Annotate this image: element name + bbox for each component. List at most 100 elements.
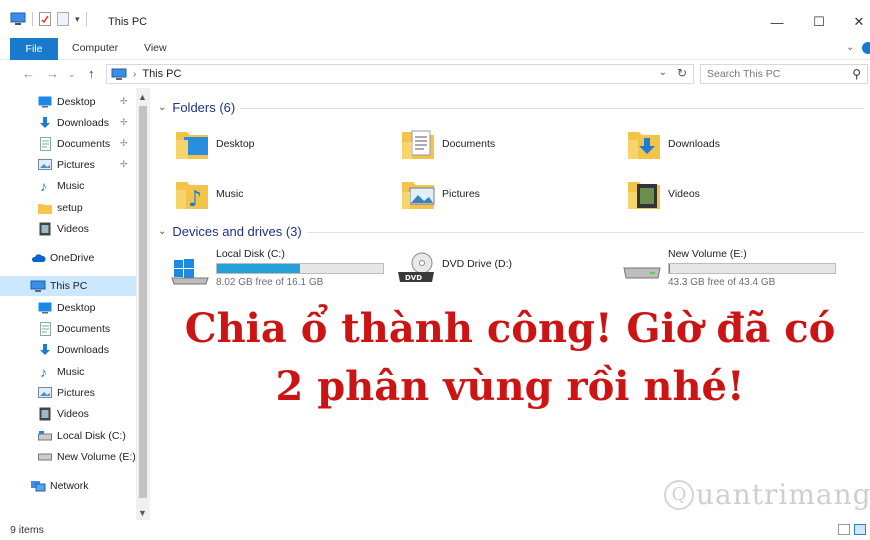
collapse-chevron-icon[interactable]: ⌄ <box>158 226 166 237</box>
nav-item-documents[interactable]: Documents ✢ <box>0 134 136 154</box>
collapse-chevron-icon[interactable]: ⌄ <box>158 102 166 113</box>
nav-item-local-disk-c[interactable]: Local Disk (C:) <box>0 426 136 446</box>
close-button[interactable]: ✕ <box>844 10 870 34</box>
desktop-folder-icon <box>176 132 208 159</box>
folder-label: Videos <box>668 188 700 200</box>
tab-view[interactable]: View <box>144 42 167 54</box>
group-divider <box>308 232 864 233</box>
overlay-caption: Chia ổ thành công! Giờ đã có 2 phân vùng… <box>150 300 870 416</box>
properties-icon[interactable] <box>39 12 51 26</box>
folder-tile-desktop[interactable]: Desktop <box>174 126 255 162</box>
tiles-view-icon[interactable] <box>854 524 866 535</box>
search-box[interactable]: Search This PC ⚲ <box>700 64 868 84</box>
address-dropdown-button[interactable]: ⌄ <box>659 67 667 78</box>
expand-ribbon-icon[interactable]: ⌄ <box>846 42 854 53</box>
new-folder-icon[interactable] <box>57 12 69 26</box>
drive-icon <box>623 267 661 279</box>
help-icon[interactable] <box>862 42 870 54</box>
nav-item-this-pc[interactable]: This PC <box>0 276 136 296</box>
drive-icon <box>38 431 52 441</box>
windows-drive-icon <box>171 259 209 285</box>
folders-group-header[interactable]: ⌄ Folders (6) <box>158 100 235 115</box>
nav-item-label: Documents <box>57 138 111 150</box>
nav-item-pc-pictures[interactable]: Pictures <box>0 383 136 403</box>
nav-item-label: OneDrive <box>50 252 95 264</box>
drive-tile-e[interactable]: New Volume (E:) 43.3 GB free of 43.4 GB <box>622 248 842 292</box>
drive-usage-bar <box>216 263 384 274</box>
maximize-button[interactable]: ☐ <box>804 10 834 34</box>
nav-item-desktop[interactable]: Desktop ✢ <box>0 92 136 112</box>
nav-item-downloads[interactable]: Downloads ✢ <box>0 113 136 133</box>
nav-item-pc-music[interactable]: ♪ Music <box>0 362 136 382</box>
downloads-icon <box>38 343 52 357</box>
scroll-down-button[interactable]: ▼ <box>138 508 147 518</box>
recent-locations-button[interactable]: ⌄ <box>68 69 76 80</box>
folder-tile-music[interactable]: ♪ Music <box>174 176 243 212</box>
videos-icon <box>39 407 51 421</box>
drives-group-header[interactable]: ⌄ Devices and drives (3) <box>158 224 302 239</box>
folder-icon <box>38 202 52 214</box>
folder-tile-documents[interactable]: Documents <box>400 126 495 162</box>
nav-item-pc-downloads[interactable]: Downloads <box>0 340 136 360</box>
drive-name: DVD Drive (D:) <box>442 258 512 270</box>
breadcrumb-separator: › <box>133 68 137 80</box>
nav-item-pc-desktop[interactable]: Desktop <box>0 298 136 318</box>
nav-item-label: Desktop <box>57 302 96 314</box>
nav-scrollbar-thumb[interactable] <box>139 106 147 498</box>
minimize-button[interactable]: — <box>762 10 792 34</box>
scroll-up-button[interactable]: ▲ <box>138 92 147 102</box>
nav-item-videos[interactable]: Videos <box>0 219 136 239</box>
watermark-circle-icon: Q <box>664 479 694 510</box>
navigation-pane: Desktop ✢ Downloads ✢ Documents ✢ Pictur… <box>0 88 150 520</box>
nav-item-label: Music <box>57 366 85 378</box>
nav-item-label: This PC <box>50 280 88 292</box>
back-button[interactable]: ← <box>22 66 35 81</box>
nav-item-label: Videos <box>57 408 89 420</box>
this-pc-icon <box>30 280 46 293</box>
nav-item-pc-videos[interactable]: Videos <box>0 404 136 424</box>
nav-item-pictures[interactable]: Pictures ✢ <box>0 155 136 175</box>
drive-usage-fill <box>217 264 300 273</box>
pin-icon[interactable]: ✢ <box>120 138 128 149</box>
drives-group-title: Devices and drives (3) <box>172 224 302 239</box>
toolbar-separator <box>32 12 33 26</box>
network-icon <box>30 480 46 492</box>
folder-tile-downloads[interactable]: Downloads <box>626 126 720 162</box>
address-bar[interactable]: › This PC ⌄ ↻ <box>106 64 694 84</box>
folders-group-title: Folders (6) <box>172 100 236 115</box>
nav-item-pc-documents[interactable]: Documents <box>0 319 136 339</box>
breadcrumb-this-pc[interactable]: This PC <box>142 68 181 80</box>
onedrive-icon <box>30 253 46 263</box>
drive-name: New Volume (E:) <box>668 248 747 260</box>
search-icon[interactable]: ⚲ <box>852 67 861 81</box>
nav-item-label: setup <box>57 202 83 214</box>
nav-item-new-volume-e[interactable]: New Volume (E:) <box>0 447 136 467</box>
tab-computer[interactable]: Computer <box>72 42 118 54</box>
folder-tile-pictures[interactable]: Pictures <box>400 176 480 212</box>
nav-item-label: Network <box>50 480 89 492</box>
folder-tile-videos[interactable]: Videos <box>626 176 700 212</box>
customize-toolbar-icon[interactable]: ▾ <box>75 14 80 25</box>
pin-icon[interactable]: ✢ <box>120 117 128 128</box>
forward-button[interactable]: → <box>46 66 59 81</box>
refresh-button[interactable]: ↻ <box>677 66 687 80</box>
drive-tile-c[interactable]: Local Disk (C:) 8.02 GB free of 16.1 GB <box>170 248 390 292</box>
drive-tile-d[interactable]: DVD DVD Drive (D:) <box>396 248 596 292</box>
nav-item-onedrive[interactable]: OneDrive <box>0 248 136 268</box>
nav-item-music[interactable]: ♪ Music <box>0 176 136 196</box>
this-pc-icon <box>10 12 26 25</box>
nav-item-network[interactable]: Network <box>0 476 136 496</box>
pin-icon[interactable]: ✢ <box>120 159 128 170</box>
details-view-icon[interactable] <box>838 524 850 535</box>
pictures-icon <box>38 387 52 398</box>
nav-item-setup[interactable]: setup <box>0 198 136 218</box>
up-button[interactable]: ↑ <box>88 66 95 81</box>
drive-name: Local Disk (C:) <box>216 248 285 260</box>
nav-item-label: Documents <box>57 323 111 335</box>
tab-file[interactable]: File <box>10 38 58 60</box>
drive-free-space: 8.02 GB free of 16.1 GB <box>216 277 324 288</box>
nav-item-label: Desktop <box>57 96 96 108</box>
pin-icon[interactable]: ✢ <box>120 96 128 107</box>
videos-icon <box>39 222 51 236</box>
music-icon: ♪ <box>40 364 47 380</box>
